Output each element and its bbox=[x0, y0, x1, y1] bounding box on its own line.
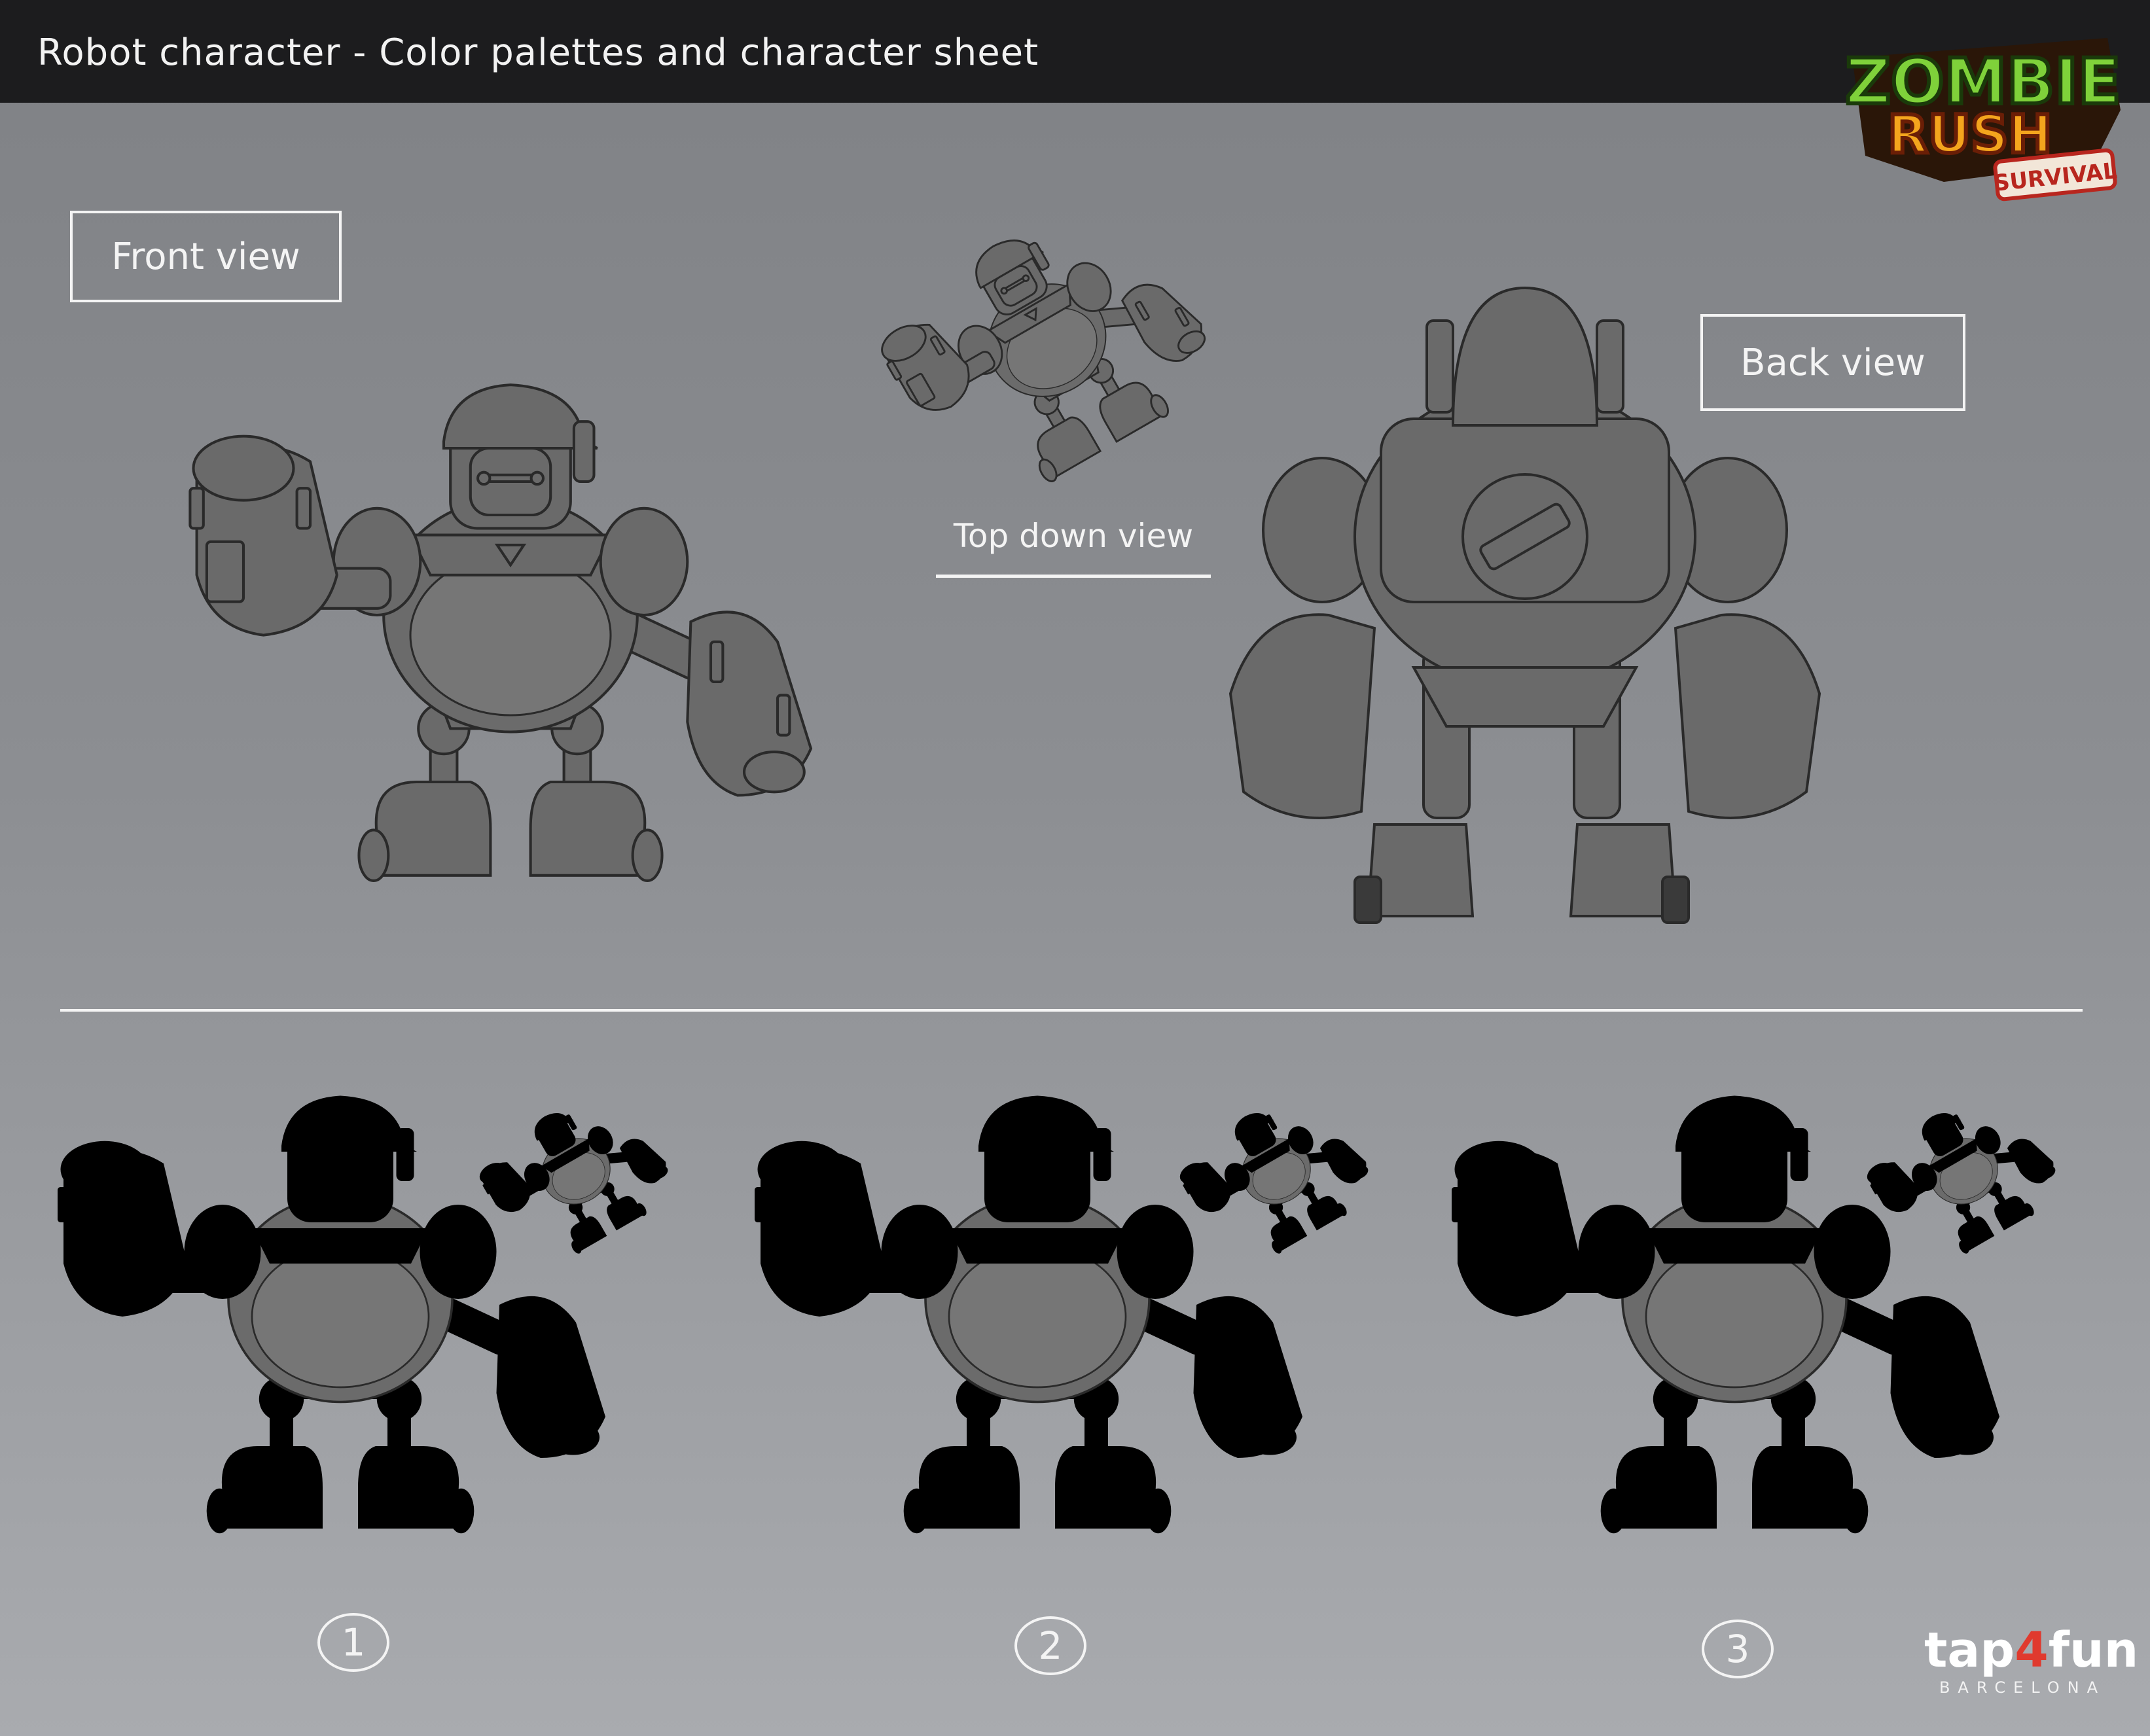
palette-number-1: 1 bbox=[317, 1613, 389, 1672]
back-view-robot-sketch bbox=[1228, 286, 1821, 924]
tap4fun-brand: tap4fun BARCELONA bbox=[1924, 1622, 2139, 1697]
palette-1-mini-robot bbox=[467, 1074, 685, 1279]
palette-number-3: 3 bbox=[1702, 1620, 1774, 1678]
palette-number-2: 2 bbox=[1014, 1616, 1086, 1675]
palette-2-mini-robot bbox=[1168, 1074, 1385, 1279]
top-down-robot-sketch bbox=[861, 175, 1234, 525]
robot-artwork: .p-body{fill:#6b6b6b;stroke:#2a2a2a;stro… bbox=[56, 175, 2072, 1534]
front-view-robot-sketch bbox=[190, 385, 811, 881]
brand-location: BARCELONA bbox=[1939, 1678, 2106, 1697]
brand-wordmark: tap4fun bbox=[1924, 1622, 2139, 1678]
palette-3-robot bbox=[1450, 1094, 2001, 1534]
palette-1-robot bbox=[56, 1094, 607, 1534]
palette-2-robot bbox=[753, 1094, 1304, 1534]
